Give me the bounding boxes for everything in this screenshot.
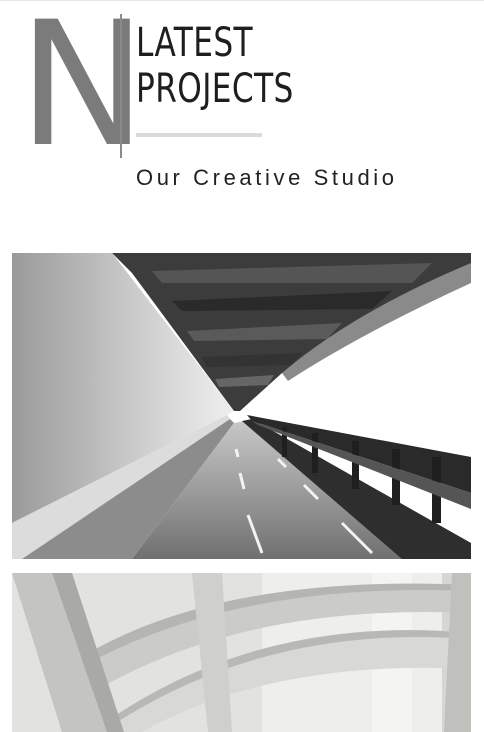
vertical-divider — [120, 14, 122, 158]
project-image-ramp[interactable] — [12, 573, 471, 732]
title-underline — [136, 133, 262, 137]
project-image-bridge[interactable] — [12, 253, 471, 559]
bridge-walkway-photo — [12, 253, 471, 559]
page-subtitle: Our Creative Studio — [136, 165, 398, 190]
page-title: LATEST PROJECTS — [136, 20, 294, 112]
logo-letter: N — [18, 0, 147, 185]
title-line-2: PROJECTS — [136, 66, 294, 112]
title-line-1: LATEST — [136, 20, 253, 66]
spiral-concrete-ramp-photo — [12, 573, 471, 732]
